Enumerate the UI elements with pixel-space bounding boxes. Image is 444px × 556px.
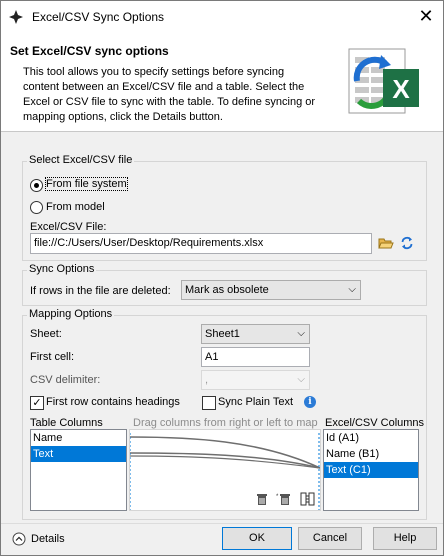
rows-deleted-value: Mark as obsolete (185, 284, 269, 296)
mapping-options-group-title: Mapping Options (27, 308, 115, 320)
excel-columns-label: Excel/CSV Columns (325, 417, 425, 429)
title-bar: Excel/CSV Sync Options ✕ (1, 1, 443, 32)
sync-plain-text-label[interactable]: Sync Plain Text (218, 396, 293, 408)
chevron-up-circle-icon (12, 532, 26, 546)
chevron-down-icon: ⌵ (297, 328, 305, 339)
header-title: Set Excel/CSV sync options (10, 44, 169, 58)
csv-delimiter-value: , (205, 374, 209, 386)
list-item[interactable]: Id (A1) (324, 430, 418, 446)
info-icon[interactable]: i (304, 396, 316, 408)
file-path-field[interactable]: file://C:/Users/User/Desktop/Requirement… (30, 233, 372, 254)
app-logo-icon (9, 10, 23, 24)
rows-deleted-label: If rows in the file are deleted: (30, 285, 171, 297)
list-item[interactable]: Name (31, 430, 126, 446)
dialog-window: Excel/CSV Sync Options ✕ Set Excel/CSV s… (0, 0, 444, 556)
svg-text:X: X (392, 74, 410, 104)
from-file-system-label[interactable]: From file system (45, 177, 128, 191)
csv-delimiter-dropdown: , ⌵ (201, 370, 310, 390)
from-file-system-radio[interactable] (30, 179, 43, 192)
details-label[interactable]: Details (31, 533, 65, 545)
excel-sync-icon: X (348, 48, 419, 114)
list-item[interactable]: Text (31, 446, 126, 462)
open-folder-icon[interactable] (378, 236, 394, 250)
list-item[interactable]: Text (C1) (324, 462, 418, 478)
from-model-label[interactable]: From model (46, 201, 105, 213)
close-icon[interactable]: ✕ (415, 5, 437, 27)
header-description: This tool allows you to specify settings… (23, 66, 316, 123)
sheet-label: Sheet: (30, 328, 62, 340)
excel-columns-list[interactable]: Id (A1) Name (B1) Text (C1) (323, 429, 419, 511)
first-cell-field[interactable]: A1 (201, 347, 310, 367)
drag-hint: Drag columns from right or left to map (133, 417, 318, 429)
sync-options-group-title: Sync Options (27, 263, 97, 275)
cancel-button[interactable]: Cancel (298, 527, 362, 550)
first-row-headings-label[interactable]: First row contains headings (46, 396, 180, 408)
dialog-header: Set Excel/CSV sync options This tool all… (1, 32, 443, 132)
list-item[interactable]: Name (B1) (324, 446, 418, 462)
window-title: Excel/CSV Sync Options (32, 10, 165, 24)
first-row-headings-checkbox[interactable]: ✓ (30, 396, 44, 410)
table-columns-label: Table Columns (30, 417, 103, 429)
chevron-down-icon: ⌵ (297, 374, 305, 385)
csv-delimiter-label: CSV delimiter: (30, 374, 101, 386)
select-file-group-title: Select Excel/CSV file (27, 154, 135, 166)
sheet-value: Sheet1 (205, 328, 240, 340)
svg-text:*: * (276, 494, 279, 500)
chevron-down-icon: ⌵ (348, 284, 356, 295)
table-columns-list[interactable]: Name Text (30, 429, 127, 511)
delete-mapping-icon[interactable] (256, 493, 268, 506)
mapping-canvas[interactable]: * (129, 429, 321, 511)
from-model-radio[interactable] (30, 201, 43, 214)
sheet-dropdown[interactable]: Sheet1 ⌵ (201, 324, 310, 344)
first-cell-label: First cell: (30, 351, 74, 363)
auto-map-columns-icon[interactable] (300, 492, 315, 506)
delete-all-mappings-icon[interactable]: * (276, 492, 292, 506)
file-field-label: Excel/CSV File: (30, 221, 107, 233)
sync-plain-text-checkbox[interactable] (202, 396, 216, 410)
ok-button[interactable]: OK (222, 527, 292, 550)
help-button[interactable]: Help (373, 527, 437, 550)
rows-deleted-dropdown[interactable]: Mark as obsolete ⌵ (181, 280, 361, 300)
refresh-icon[interactable] (400, 236, 414, 250)
footer-divider (1, 523, 443, 524)
